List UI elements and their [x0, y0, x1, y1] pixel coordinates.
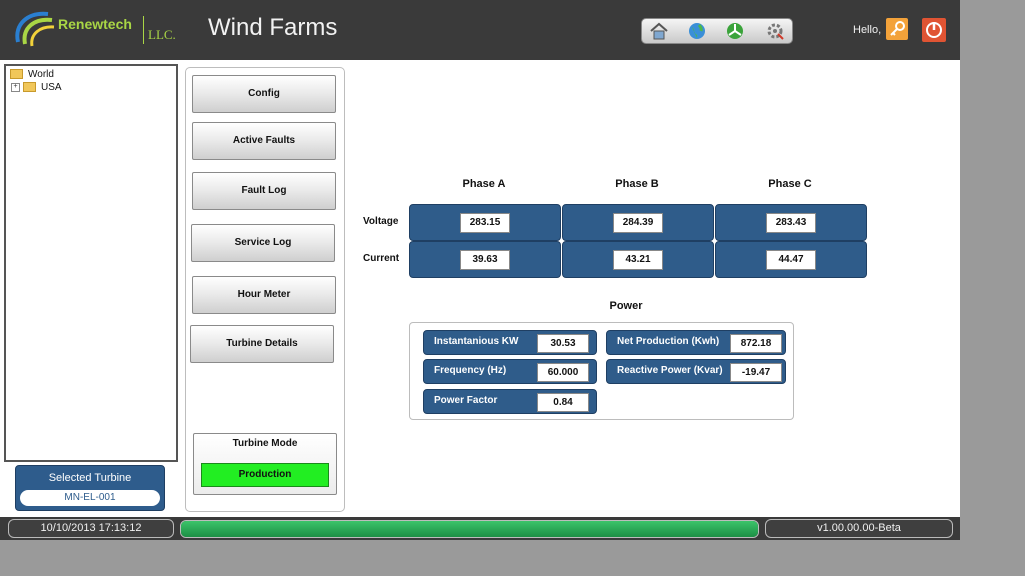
frequency-label: Frequency (Hz) — [434, 365, 507, 376]
version-display: v1.00.00.00-Beta — [765, 519, 953, 538]
power-factor-value: 0.84 — [537, 393, 589, 412]
instantaneous-kw-label: Instantanious KW — [434, 336, 519, 347]
brand-suffix: LLC. — [148, 27, 176, 42]
turbine-button[interactable] — [724, 21, 746, 41]
turbine-mode-value: Production — [201, 463, 329, 487]
logout-button[interactable] — [922, 18, 946, 42]
reactive-power-label: Reactive Power (Kvar) — [617, 365, 723, 376]
datetime-display: 10/10/2013 17:13:12 — [8, 519, 174, 538]
reactive-power-value: -19.47 — [730, 363, 782, 382]
net-production-label: Net Production (Kwh) — [617, 336, 720, 347]
selected-turbine-value: MN-EL-001 — [20, 490, 160, 506]
home-button[interactable] — [648, 21, 670, 41]
home-icon — [650, 22, 668, 40]
voltage-phase-a-value: 283.15 — [460, 213, 510, 233]
selected-turbine-panel: Selected Turbine MN-EL-001 — [15, 465, 165, 511]
net-production-value: 872.18 — [730, 334, 782, 353]
current-phase-c-cell: 44.47 — [715, 241, 867, 278]
frequency-field: Frequency (Hz) 60.000 — [423, 359, 597, 384]
reactive-power-field: Reactive Power (Kvar) -19.47 — [606, 359, 786, 384]
voltage-phase-b-value: 284.39 — [613, 213, 663, 233]
fault-log-button[interactable]: Fault Log — [192, 172, 336, 210]
login-button[interactable] — [886, 18, 908, 40]
net-production-field: Net Production (Kwh) 872.18 — [606, 330, 786, 355]
phase-b-header: Phase B — [615, 178, 659, 190]
folder-icon — [10, 69, 23, 80]
power-factor-label: Power Factor — [434, 395, 498, 406]
voltage-phase-a-cell: 283.15 — [409, 204, 561, 241]
folder-icon — [23, 82, 36, 93]
power-factor-field: Power Factor 0.84 — [423, 389, 597, 414]
brand-name: Renewtech — [58, 16, 132, 32]
expand-icon[interactable]: + — [11, 82, 20, 92]
tree-item-label: World — [28, 69, 54, 80]
top-bar: Renewtech LLC. Wind Farms Hello, — [0, 0, 960, 60]
config-button[interactable]: Config — [192, 75, 336, 113]
brand-separator — [143, 16, 144, 44]
company-logo: Renewtech LLC. — [8, 8, 178, 52]
current-phase-c-value: 44.47 — [766, 250, 816, 270]
globe-icon — [689, 23, 705, 39]
voltage-phase-c-value: 283.43 — [766, 213, 816, 233]
hour-meter-button[interactable]: Hour Meter — [192, 276, 336, 314]
phase-c-header: Phase C — [768, 178, 812, 190]
instantaneous-kw-value: 30.53 — [537, 334, 589, 353]
phase-a-header: Phase A — [462, 178, 506, 190]
page-title: Wind Farms — [208, 14, 338, 41]
turbine-icon — [727, 23, 743, 39]
power-icon — [926, 22, 942, 38]
service-log-button[interactable]: Service Log — [191, 224, 335, 262]
tree-item-world[interactable]: World — [10, 68, 54, 82]
nav-toolbar — [641, 18, 793, 44]
turbine-mode-box: Turbine Mode Production — [193, 433, 337, 495]
voltage-label: Voltage — [363, 216, 399, 227]
power-title: Power — [609, 300, 643, 312]
tree-item-usa[interactable]: + USA — [11, 81, 62, 95]
settings-icon — [767, 23, 784, 40]
greeting-text: Hello, — [853, 24, 882, 36]
turbine-details-button[interactable]: Turbine Details — [190, 325, 334, 363]
current-phase-a-cell: 39.63 — [409, 241, 561, 278]
tree-item-label: USA — [41, 82, 62, 93]
voltage-phase-b-cell: 284.39 — [562, 204, 714, 241]
key-icon — [890, 21, 905, 36]
settings-button[interactable] — [764, 21, 786, 41]
frequency-value: 60.000 — [537, 363, 589, 382]
voltage-phase-c-cell: 283.43 — [715, 204, 867, 241]
turbine-mode-label: Turbine Mode — [232, 438, 298, 449]
site-tree[interactable]: World + USA — [4, 64, 178, 462]
progress-fill — [181, 521, 758, 537]
current-label: Current — [363, 253, 400, 264]
active-faults-button[interactable]: Active Faults — [192, 122, 336, 160]
instantaneous-kw-field: Instantanious KW 30.53 — [423, 330, 597, 355]
wind-swirl-logo-icon — [15, 11, 55, 47]
globe-button[interactable] — [686, 21, 708, 41]
current-phase-a-value: 39.63 — [460, 250, 510, 270]
app-window: Renewtech LLC. Wind Farms Hello, World +… — [0, 0, 960, 540]
selected-turbine-label: Selected Turbine — [48, 472, 132, 484]
current-phase-b-value: 43.21 — [613, 250, 663, 270]
current-phase-b-cell: 43.21 — [562, 241, 714, 278]
progress-bar — [180, 520, 759, 538]
